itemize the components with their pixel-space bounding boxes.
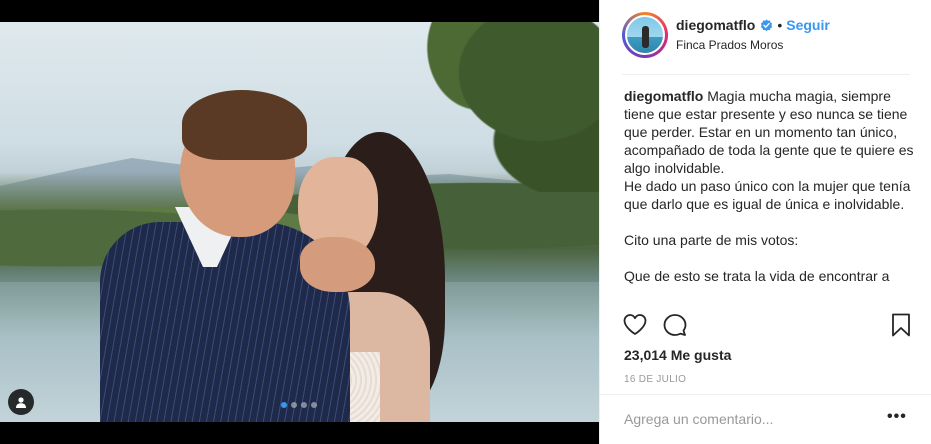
post-media: [0, 0, 599, 444]
post-photo[interactable]: [0, 22, 599, 422]
post-side-panel: diegomatflo • Seguir Finca Prados Moros …: [599, 0, 931, 444]
user-tag-button[interactable]: [8, 389, 34, 415]
caption-username-link[interactable]: diegomatflo: [624, 88, 703, 104]
caption-text-2: He dado un paso único con la mujer que t…: [624, 178, 911, 212]
bookmark-icon: [892, 313, 910, 337]
photo-groom-hand: [300, 237, 375, 292]
caption-text-4: Que de esto se trata la vida de encontra…: [624, 268, 890, 284]
username-row: diegomatflo • Seguir: [676, 17, 830, 33]
avatar-story-ring[interactable]: [622, 12, 668, 58]
likes-count[interactable]: 23,014 Me gusta: [624, 347, 731, 363]
post-header: diegomatflo • Seguir Finca Prados Moros: [600, 0, 931, 75]
comment-button[interactable]: [662, 312, 688, 338]
separator-dot: •: [777, 17, 783, 33]
header-divider: [622, 74, 910, 75]
carousel-dot: [311, 402, 317, 408]
more-options-button[interactable]: •••: [887, 408, 907, 426]
verified-badge-icon: [761, 18, 773, 31]
carousel-dot: [281, 402, 287, 408]
user-tag-icon: [16, 397, 26, 408]
carousel-dot: [291, 402, 297, 408]
add-comment-input[interactable]: Agrega un comentario...: [624, 411, 854, 427]
like-button[interactable]: [622, 312, 648, 338]
follow-button[interactable]: Seguir: [786, 17, 830, 33]
post-date: 16 DE JULIO: [624, 374, 687, 385]
photo-tree-canopy: [399, 22, 599, 192]
comment-bubble-icon: [663, 314, 687, 336]
post-caption: diegomatflo Magia mucha magia, siempre t…: [624, 87, 916, 305]
heart-icon: [623, 314, 647, 335]
carousel-dot: [301, 402, 307, 408]
photo-groom-hair: [182, 90, 307, 160]
action-bar: [622, 312, 914, 342]
comment-divider: [600, 394, 931, 395]
caption-text-3: Cito una parte de mis votos:: [624, 232, 799, 248]
avatar-figure: [642, 26, 649, 48]
caption-paragraph-1: diegomatflo Magia mucha magia, siempre t…: [624, 87, 916, 177]
avatar: [625, 15, 665, 55]
location-link[interactable]: Finca Prados Moros: [676, 38, 783, 52]
username-link[interactable]: diegomatflo: [676, 17, 755, 33]
save-button[interactable]: [888, 312, 914, 338]
carousel-indicator: [281, 402, 317, 408]
